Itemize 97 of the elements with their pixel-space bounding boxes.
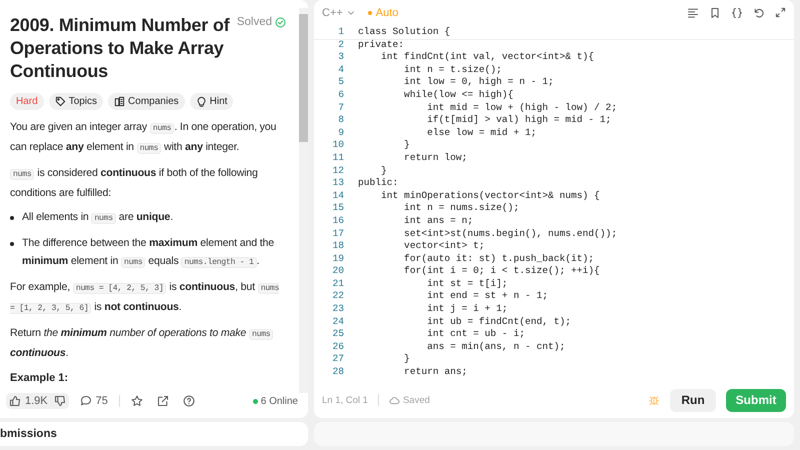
format-lines-icon [687,7,699,19]
problem-title: 2009. Minimum Number of Operations to Make Array Continuous [10,14,231,83]
line-number: 2 [337,38,345,52]
comments-button[interactable]: 75 [76,393,111,409]
code-line: } [403,353,410,366]
line-number: 23 [331,303,345,316]
line-number: 3 [337,51,345,64]
scrollbar[interactable] [299,8,308,393]
line-number: 4 [337,64,345,76]
code-line: else low = mid + 1; [426,126,536,140]
code-line: int ans = n; [403,214,474,228]
auto-mode-label: Auto [376,7,398,19]
line-number: 19 [331,252,345,266]
line-number: 18 [331,240,345,253]
speech-bubble-icon [80,395,92,407]
code-line: int cnt = ub - i; [426,328,525,341]
code-line: } [403,139,410,152]
code-line: int low = 0, high = n - 1; [403,76,554,89]
code-line: int j = i + 1; [426,303,508,316]
line-number: 28 [331,366,345,379]
line-number: 7 [337,102,345,114]
line-number: 6 [337,88,345,102]
code-line: vector<int> t; [403,240,485,253]
code-line: int ub = findCnt(end, t); [426,316,572,328]
mode-indicator-icon [368,11,372,15]
topics-tag[interactable]: Topics [48,93,104,110]
code-line: int n = nums.size(); [403,202,520,215]
example-heading: Example 1: [10,372,70,384]
description-paragraph: For example, nums = [4, 2, 5, 3] is continuous, but nums = [1, 2, 3, 5, 6] is not continuous. [10,280,280,316]
expand-icon [775,7,786,18]
building-icon [114,96,126,107]
line-number: 15 [331,202,345,215]
line-number: 27 [331,353,345,366]
line-number: 10 [331,139,345,152]
star-icon [130,395,143,407]
line-number: 26 [331,340,345,354]
line-number: 5 [337,76,345,89]
thumbs-up-icon [9,395,21,407]
code-line: } [380,164,387,178]
online-count: 6 Online [260,396,298,406]
code-line: if(t[mid] > val) high = mid - 1; [426,114,612,127]
description-paragraph: nums is considered continuous if both of the following conditions are fulfilled: [10,166,259,201]
question-circle-icon [182,395,195,407]
bookmark-icon [709,7,721,19]
check-circle-icon [275,16,286,28]
thumbs-down-icon [54,395,66,407]
line-number: 16 [331,214,345,228]
description-paragraph: Return the minimum number of operations to make nums continuous. [10,324,286,362]
line-number: 20 [331,265,345,278]
line-number: 12 [331,164,345,178]
code-line: int mid = low + (high - low) / 2; [426,102,618,114]
code-line: while(low <= high){ [403,88,514,102]
line-number: 24 [331,316,345,328]
submissions-tab[interactable]: bmissions [0,428,57,440]
bullet-icon [10,216,14,220]
code-line: for(int i = 0; i < t.size(); ++i){ [403,265,600,278]
condition-text: The difference between the maximum element and the minimum element in nums equals nums.length - 1 . [22,236,276,270]
bug-icon [648,394,660,406]
external-link-icon [156,395,169,407]
lightbulb-icon [196,96,207,107]
line-number: 25 [331,328,345,341]
line-number: 9 [337,126,345,140]
run-button[interactable]: Run [670,388,716,412]
braces-icon [731,7,743,19]
line-number: 1 [337,26,345,39]
description-paragraph: You are given an integer array nums . In one operation, you can replace any element in nums with any integer. [10,120,278,156]
line-number: 21 [331,278,345,290]
code-line: return ans; [403,366,468,379]
code-line: return low; [403,152,468,165]
cursor-position: Ln 1, Col 1 [322,394,368,406]
code-line: public: [358,177,398,190]
code-line: int st = t[i]; [426,278,508,290]
save-status: Saved [402,394,430,406]
line-number: 22 [331,290,345,304]
code-line: class Solution { [358,26,450,39]
code-line: ans = min(ans, n - cnt); [426,340,566,354]
reset-icon [753,7,765,19]
solved-status: Solved [236,16,272,28]
condition-text: All elements in nums are unique. [22,210,173,226]
code-line: set<int>st(nums.begin(), nums.end()); [403,228,618,240]
line-number: 13 [331,177,345,190]
cloud-icon [388,394,400,406]
companies-tag[interactable]: Companies [108,93,185,110]
hint-tag[interactable]: Hint [190,93,234,110]
code-line: int n = t.size(); [403,64,502,76]
code-line: int minOperations(vector<int>& nums) { [380,190,600,202]
bullet-icon [10,242,14,246]
line-number: 17 [331,228,345,240]
online-indicator-icon [252,398,258,404]
line-number: 14 [331,190,345,202]
code-line: for(auto it: st) t.push_back(it); [403,252,594,266]
code-line: int findCnt(int val, vector<int>& t){ [380,51,594,64]
line-number: 11 [331,152,345,165]
code-line: private: [358,38,404,52]
code-line: int end = st + n - 1; [426,290,548,304]
line-number: 8 [337,114,345,127]
tag-icon [54,96,66,107]
